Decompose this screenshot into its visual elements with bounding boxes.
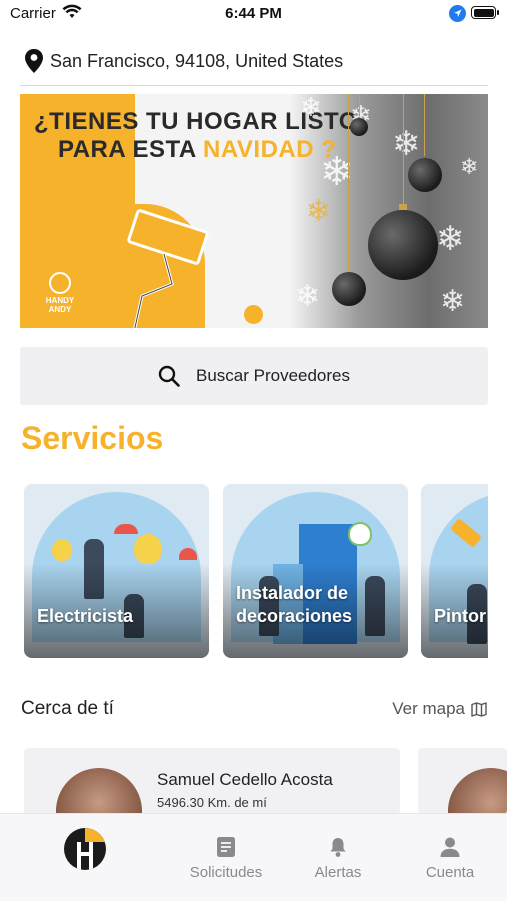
view-map-label: Ver mapa bbox=[392, 699, 465, 718]
banner-headline-highlight: NAVIDAD ? bbox=[203, 136, 337, 163]
provider-name: Samuel Cedello Acosta bbox=[157, 770, 333, 789]
brand-logo-line2: ANDY bbox=[48, 305, 72, 314]
brand-logo-line1: HANDY bbox=[45, 296, 75, 305]
paint-roller-handle-icon bbox=[133, 253, 174, 328]
logo-accent bbox=[85, 828, 106, 842]
light-bulb-icon bbox=[52, 539, 72, 561]
nearby-header: Cerca de tí Ver mapa bbox=[21, 696, 487, 724]
ornament-icon bbox=[368, 210, 438, 280]
tab-label: Alertas bbox=[314, 864, 362, 881]
ornament-string bbox=[348, 94, 349, 272]
services-carousel[interactable]: Electricista Instalador de decoraciones … bbox=[24, 484, 488, 660]
view-map-link[interactable]: Ver mapa bbox=[392, 699, 487, 719]
provider-card[interactable] bbox=[418, 748, 507, 814]
snowflake-icon: ❄ bbox=[306, 195, 332, 228]
map-icon bbox=[471, 701, 487, 717]
lamp-icon bbox=[114, 524, 138, 534]
service-label: Instalador de decoraciones bbox=[236, 583, 353, 626]
snowflake-icon: ❄ bbox=[300, 94, 322, 122]
map-pin-icon bbox=[25, 49, 43, 73]
search-providers-button[interactable]: Buscar Proveedores bbox=[20, 347, 488, 405]
divider bbox=[20, 85, 488, 86]
tab-solicitudes[interactable]: Solicitudes bbox=[180, 814, 272, 901]
snowflake-icon: ❄ bbox=[440, 285, 466, 318]
carousel-indicator-dot[interactable] bbox=[244, 305, 263, 324]
lamp-icon bbox=[179, 548, 197, 560]
clock: 6:44 PM bbox=[225, 5, 282, 22]
search-label: Buscar Proveedores bbox=[195, 366, 351, 385]
user-icon bbox=[440, 837, 460, 857]
banner-headline-prefix: PARA ESTA bbox=[58, 136, 204, 163]
handy-andy-logo-icon bbox=[64, 828, 106, 870]
location-address: San Francisco, 94108, United States bbox=[50, 50, 344, 71]
location-services-icon bbox=[449, 5, 466, 22]
service-label: Pintor bbox=[434, 606, 486, 626]
light-bulb-icon bbox=[134, 534, 162, 564]
service-card-electricista[interactable]: Electricista bbox=[24, 484, 209, 658]
ornament-string bbox=[424, 94, 425, 156]
services-title: Servicios bbox=[21, 420, 164, 456]
snowflake-icon: ❄ bbox=[436, 220, 465, 258]
document-icon bbox=[217, 837, 235, 857]
battery-icon bbox=[471, 6, 499, 19]
banner-headline-line2: PARA ESTA NAVIDAD ? bbox=[58, 136, 336, 164]
logo-letter bbox=[77, 842, 93, 870]
ornament-string bbox=[403, 94, 404, 206]
logo-letter-bar bbox=[77, 852, 93, 856]
status-bar: Carrier 6:44 PM bbox=[0, 0, 507, 30]
provider-distance: 5496.30 Km. de mí bbox=[157, 795, 267, 810]
search-icon bbox=[158, 365, 180, 387]
snowflake-icon: ❄ bbox=[460, 154, 479, 179]
tab-home[interactable] bbox=[43, 814, 127, 901]
tab-alertas[interactable]: Alertas bbox=[298, 814, 378, 901]
ornament-icon bbox=[350, 118, 368, 136]
tab-label: Solicitudes bbox=[189, 864, 263, 881]
avatar bbox=[56, 768, 142, 814]
provider-card[interactable]: Samuel Cedello Acosta 5496.30 Km. de mí bbox=[24, 748, 400, 814]
bell-icon bbox=[330, 838, 346, 857]
brand-logo-mark bbox=[49, 272, 71, 294]
location-selector[interactable]: San Francisco, 94108, United States bbox=[24, 46, 489, 76]
ornament-icon bbox=[408, 158, 442, 192]
tab-label: Cuenta bbox=[425, 864, 475, 881]
tab-bar: Solicitudes Alertas Cuenta bbox=[0, 813, 507, 901]
service-label: Electricista bbox=[37, 606, 134, 626]
ornament-string bbox=[359, 94, 360, 116]
checkmark-badge-icon bbox=[348, 522, 372, 546]
avatar bbox=[448, 768, 507, 814]
brand-logo: HANDY ANDY bbox=[42, 272, 78, 314]
snowflake-icon: ❄ bbox=[392, 125, 421, 163]
ornament-icon bbox=[332, 272, 366, 306]
promo-banner[interactable]: ¿TIENES TU HOGAR LISTO PARA ESTA NAVIDAD… bbox=[20, 94, 488, 328]
service-card-instalador-decoraciones[interactable]: Instalador de decoraciones bbox=[223, 484, 408, 658]
snowflake-icon: ❄ bbox=[295, 280, 321, 313]
nearby-title: Cerca de tí bbox=[21, 698, 114, 719]
tab-cuenta[interactable]: Cuenta bbox=[410, 814, 490, 901]
service-card-pintor[interactable]: Pintor bbox=[421, 484, 488, 658]
